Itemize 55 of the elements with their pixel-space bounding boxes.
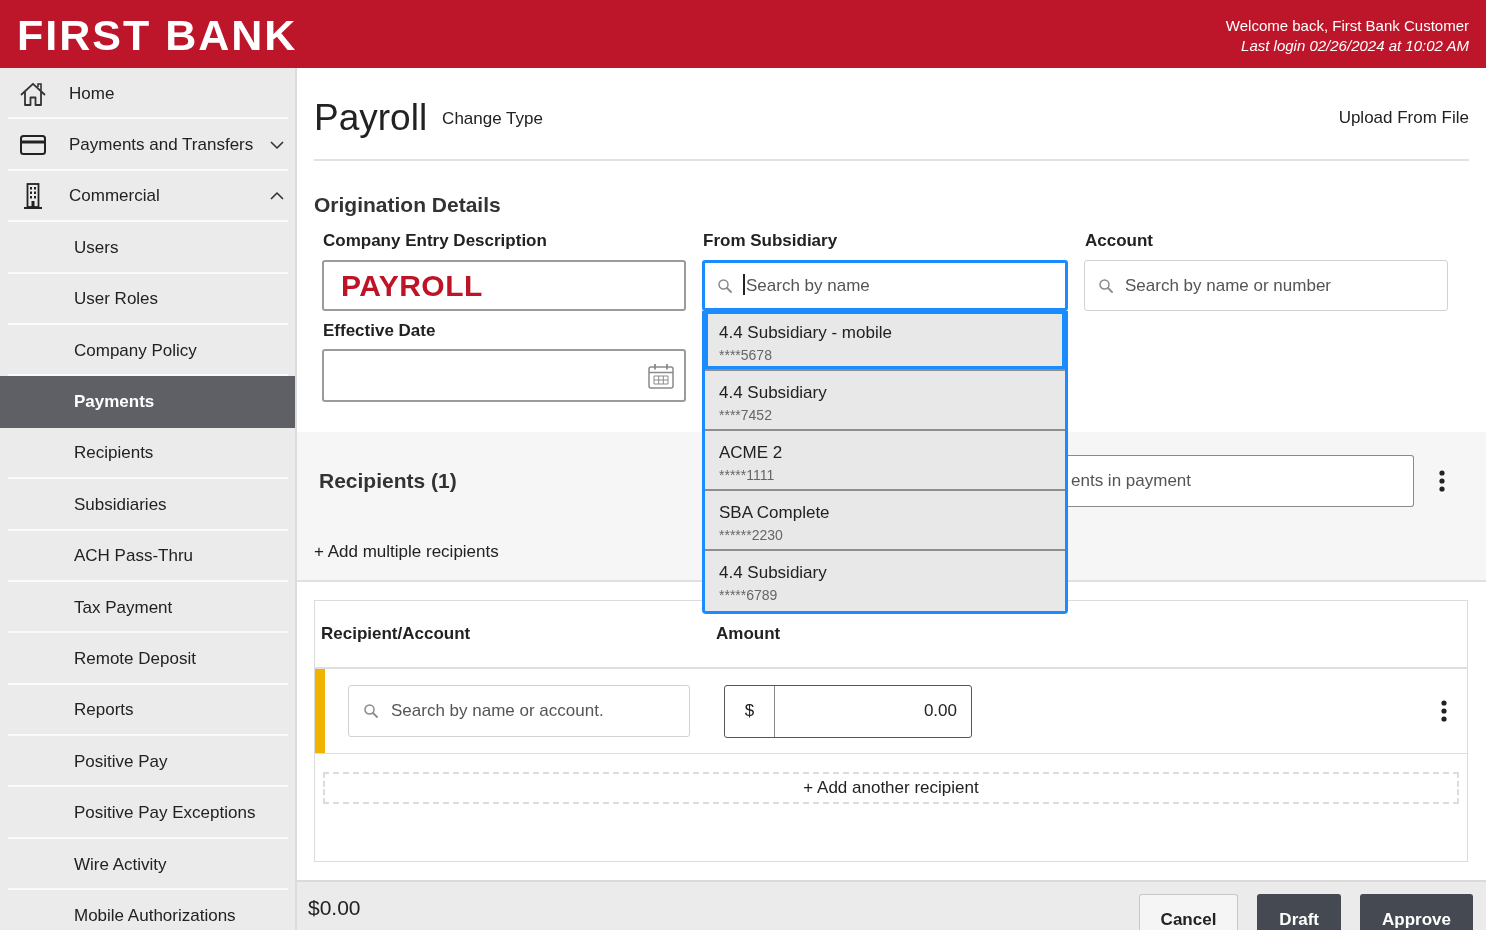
subsidiary-name: 4.4 Subsidiary - mobile — [719, 322, 892, 343]
search-icon — [1099, 278, 1113, 293]
house-icon — [20, 81, 46, 106]
account-number: ******2230 — [719, 527, 783, 543]
nav-item[interactable]: Payments — [0, 376, 295, 428]
secondary-button[interactable]: Cancel — [1138, 894, 1239, 930]
account-number: ****5678 — [719, 347, 772, 363]
dropdown-option[interactable]: ACME 2 *****1111 — [705, 431, 1065, 491]
subsidiary-name: SBA Complete — [719, 502, 830, 523]
credit-card-icon — [20, 135, 46, 156]
search-field[interactable]: Search by name or number — [1084, 260, 1448, 311]
column-header: Recipient/Account — [321, 624, 471, 644]
more-options-icon[interactable] — [1441, 700, 1447, 722]
search-field[interactable]: Search by name — [702, 260, 1068, 311]
upload-file-link[interactable]: Upload From File — [1338, 108, 1469, 128]
subsidiary-name: ACME 2 — [719, 442, 783, 463]
add-multiple-recipients-link[interactable]: + Add multiple recipients — [314, 541, 499, 563]
nav-item[interactable]: Mobile Authorizations — [0, 890, 297, 930]
more-options-icon[interactable] — [1439, 470, 1445, 492]
text-cursor — [743, 274, 745, 295]
amount-field[interactable]: $ 0.00 — [724, 684, 972, 738]
date-input-field[interactable] — [322, 349, 686, 402]
section-heading: Recipients (1) — [319, 468, 457, 494]
dropdown-option[interactable]: SBA Complete ******2230 — [705, 491, 1065, 551]
column-header: Amount — [716, 624, 781, 644]
search-field[interactable]: ents in payment — [1068, 455, 1414, 507]
primary-button[interactable]: Draft — [1257, 894, 1342, 930]
search-icon — [364, 704, 378, 718]
last-login-text: Last login 02/26/2024 at 10:02 AM — [1240, 36, 1469, 56]
subsidiary-name: 4.4 Subsidiary — [719, 382, 827, 403]
field-label: From Subsidiary — [702, 231, 839, 251]
calendar-icon — [648, 362, 674, 389]
page-title: Payroll — [314, 96, 428, 140]
account-number: *****1111 — [719, 467, 775, 483]
search-field[interactable]: Search by name or account. — [348, 685, 690, 737]
primary-button[interactable]: Approve — [1360, 894, 1473, 930]
dropdown-option[interactable]: 4.4 Subsidiary *****6789 — [705, 551, 1065, 611]
field-label: Effective Date — [322, 321, 437, 341]
bank-logo: FIRST BANK — [17, 11, 298, 59]
add-recipient-button[interactable]: + Add another recipient — [323, 772, 1459, 804]
field-label: Account — [1084, 231, 1154, 251]
section-heading: Origination Details — [314, 192, 502, 218]
dropdown-option[interactable]: 4.4 Subsidiary - mobile ****5678 — [705, 311, 1065, 371]
change-type-link[interactable]: Change Type — [442, 109, 543, 129]
currency-prefix: $ — [725, 685, 775, 737]
account-number: ****7452 — [719, 407, 772, 423]
account-number: *****6789 — [719, 587, 778, 603]
building-icon — [23, 183, 43, 210]
search-icon — [718, 278, 732, 293]
field-label: Company Entry Description — [322, 231, 548, 251]
dropdown-option[interactable]: 4.4 Subsidiary ****7452 — [705, 371, 1065, 431]
welcome-text: Welcome back, First Bank Customer — [1225, 16, 1469, 36]
subsidiary-name: 4.4 Subsidiary — [719, 562, 827, 583]
text-input-field[interactable]: PAYROLL — [322, 260, 686, 311]
payment-total: $0.00 — [308, 895, 361, 921]
